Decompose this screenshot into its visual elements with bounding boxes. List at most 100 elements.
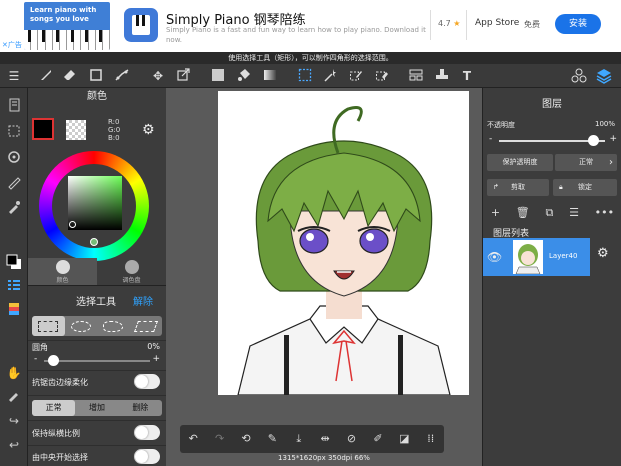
tab-palette[interactable]: 调色盘 <box>97 258 166 285</box>
rotate-icon[interactable] <box>5 150 23 168</box>
panel-layout-icon[interactable] <box>408 68 424 84</box>
ad-image[interactable]: Learn piano with songs you love <box>24 2 110 50</box>
selection-panel-title: 选择工具 <box>76 297 116 308</box>
selection-mode-segment: 正常 增加 删除 <box>32 400 162 416</box>
selection-pen-icon[interactable]: ✐ <box>369 430 387 448</box>
lock-icon: 🔒︎ <box>559 183 563 191</box>
selection-tool-panel: 选择工具 解除 圆角 0% - + 抗锯齿边缘柔化 正常 增加 删除 保持纵横比… <box>28 285 166 466</box>
antialias-toggle[interactable] <box>134 374 160 389</box>
drawing-canvas[interactable] <box>218 91 469 395</box>
layer-thumbnail <box>513 240 543 274</box>
rect-select-icon[interactable] <box>88 68 104 84</box>
blend-mode-button[interactable]: 正常 › <box>555 154 617 171</box>
menu-icon[interactable]: ☰ <box>6 68 22 84</box>
minus-icon[interactable]: - <box>34 354 37 364</box>
corner-slider[interactable]: - + <box>32 354 162 368</box>
lock-button[interactable]: 🔒︎ 锁定 <box>553 179 617 196</box>
divider <box>28 445 166 446</box>
more-grid-icon[interactable]: ⁞⁞ <box>422 430 440 448</box>
duplicate-layer-icon[interactable]: ⧉ <box>545 206 553 226</box>
mode-add[interactable]: 增加 <box>75 400 118 416</box>
mode-subtract[interactable]: 删除 <box>119 400 162 416</box>
hand-icon[interactable]: ✋ <box>5 364 23 382</box>
save-download-icon[interactable]: ⤓ <box>290 430 308 448</box>
mode-normal[interactable]: 正常 <box>32 400 76 416</box>
ad-close-label[interactable]: ✕广告 <box>2 40 22 50</box>
lasso-shape-option[interactable] <box>97 316 130 336</box>
eyedropper-small-icon[interactable] <box>5 388 23 406</box>
fill-selection-icon[interactable]: ◪ <box>395 430 413 448</box>
ellipse-shape-option[interactable] <box>65 316 98 336</box>
move-icon[interactable]: ✥ <box>150 68 166 84</box>
flip-icon[interactable]: ⇹ <box>316 430 334 448</box>
opacity-slider[interactable]: - + <box>489 134 617 147</box>
ad-store: App Store <box>475 18 520 28</box>
slider-track[interactable] <box>44 360 150 362</box>
pages-icon[interactable] <box>5 98 23 116</box>
layer-row[interactable]: 👁︎ Layer40 <box>483 238 590 276</box>
redo-icon[interactable]: ↪ <box>5 412 23 430</box>
layers-icon[interactable] <box>596 68 612 84</box>
layer-settings-gear-icon[interactable]: ⚙ <box>597 246 609 261</box>
slider-handle[interactable] <box>588 135 599 146</box>
canvas-area[interactable]: ↶ ↷ ⟲ ✎ ⤓ ⇹ ⊘ ✐ ◪ ⁞⁞ 1315*1620px 350dpi … <box>166 88 482 466</box>
antialias-label: 抗锯齿边缘柔化 <box>32 378 88 387</box>
install-button[interactable]: 安装 <box>555 14 601 34</box>
color-swatch-icon[interactable] <box>5 254 23 272</box>
ruler-icon[interactable] <box>5 176 23 194</box>
plus-icon[interactable]: + <box>152 354 160 364</box>
brush-list-icon[interactable] <box>5 278 23 296</box>
select-pen-icon[interactable] <box>348 68 364 84</box>
from-center-toggle[interactable] <box>134 449 160 464</box>
magic-wand-icon[interactable] <box>322 68 338 84</box>
text-tool-icon[interactable]: T <box>459 68 475 84</box>
keep-ratio-label: 保持纵横比例 <box>32 429 80 438</box>
plus-icon[interactable]: + <box>609 134 617 144</box>
color-tabs: 颜色 调色盘 <box>28 258 166 285</box>
primary-color-swatch[interactable] <box>32 118 54 140</box>
sv-handle[interactable] <box>69 221 76 228</box>
bucket-icon[interactable] <box>236 68 252 84</box>
transform-icon[interactable] <box>175 68 191 84</box>
protect-alpha-button[interactable]: 保护透明度 <box>487 154 553 171</box>
eyedropper-icon[interactable] <box>5 200 23 218</box>
polygon-shape-option[interactable] <box>130 316 163 336</box>
stamp-icon[interactable] <box>434 68 450 84</box>
ad-description: Simply Piano is a fast and fun way to le… <box>166 26 426 44</box>
brush-icon[interactable] <box>38 68 54 84</box>
layer-list-icon[interactable]: ☰ <box>569 206 579 226</box>
undo-icon[interactable]: ↶ <box>184 430 202 448</box>
undo-icon[interactable]: ↩ <box>5 436 23 454</box>
color-settings-gear-icon[interactable]: ⚙ <box>142 122 155 138</box>
eraser-icon[interactable] <box>62 68 78 84</box>
rect-shape-option[interactable] <box>32 316 65 336</box>
transform-select-icon[interactable]: ⟲ <box>237 430 255 448</box>
pen-icon[interactable]: ✎ <box>263 430 281 448</box>
fill-color-icon[interactable] <box>210 68 226 84</box>
hue-handle[interactable] <box>90 238 98 246</box>
app-icon[interactable] <box>124 8 158 42</box>
palette-list-icon[interactable] <box>5 302 23 320</box>
clip-button[interactable]: ↱ 剪取 <box>487 179 549 196</box>
delete-layer-icon[interactable]: 🗑︎ <box>516 206 530 226</box>
minus-icon[interactable]: - <box>489 134 492 144</box>
redo-icon[interactable]: ↷ <box>211 430 229 448</box>
selection-area-icon[interactable] <box>5 124 23 142</box>
select-eraser-icon[interactable] <box>374 68 390 84</box>
keep-ratio-toggle[interactable] <box>134 425 160 440</box>
ellipse-shape-icon <box>70 320 91 332</box>
secondary-color-swatch[interactable] <box>66 120 86 140</box>
tab-color[interactable]: 颜色 <box>28 258 97 285</box>
visibility-eye-icon[interactable]: 👁︎ <box>487 250 502 264</box>
deselect-button[interactable]: 解除 <box>133 293 153 308</box>
saturation-value-square[interactable] <box>68 176 122 230</box>
slider-handle[interactable] <box>48 355 59 366</box>
no-select-icon[interactable]: ⊘ <box>343 430 361 448</box>
gradient-icon[interactable] <box>262 68 278 84</box>
materials-icon[interactable] <box>571 68 587 84</box>
pen-tool-icon[interactable] <box>114 68 130 84</box>
ad-banner[interactable]: Learn piano with songs you love ✕广告 Simp… <box>0 0 621 52</box>
add-layer-icon[interactable]: + <box>491 206 500 226</box>
more-options-icon[interactable]: ••• <box>595 206 614 226</box>
select-tool-icon[interactable] <box>297 68 313 84</box>
